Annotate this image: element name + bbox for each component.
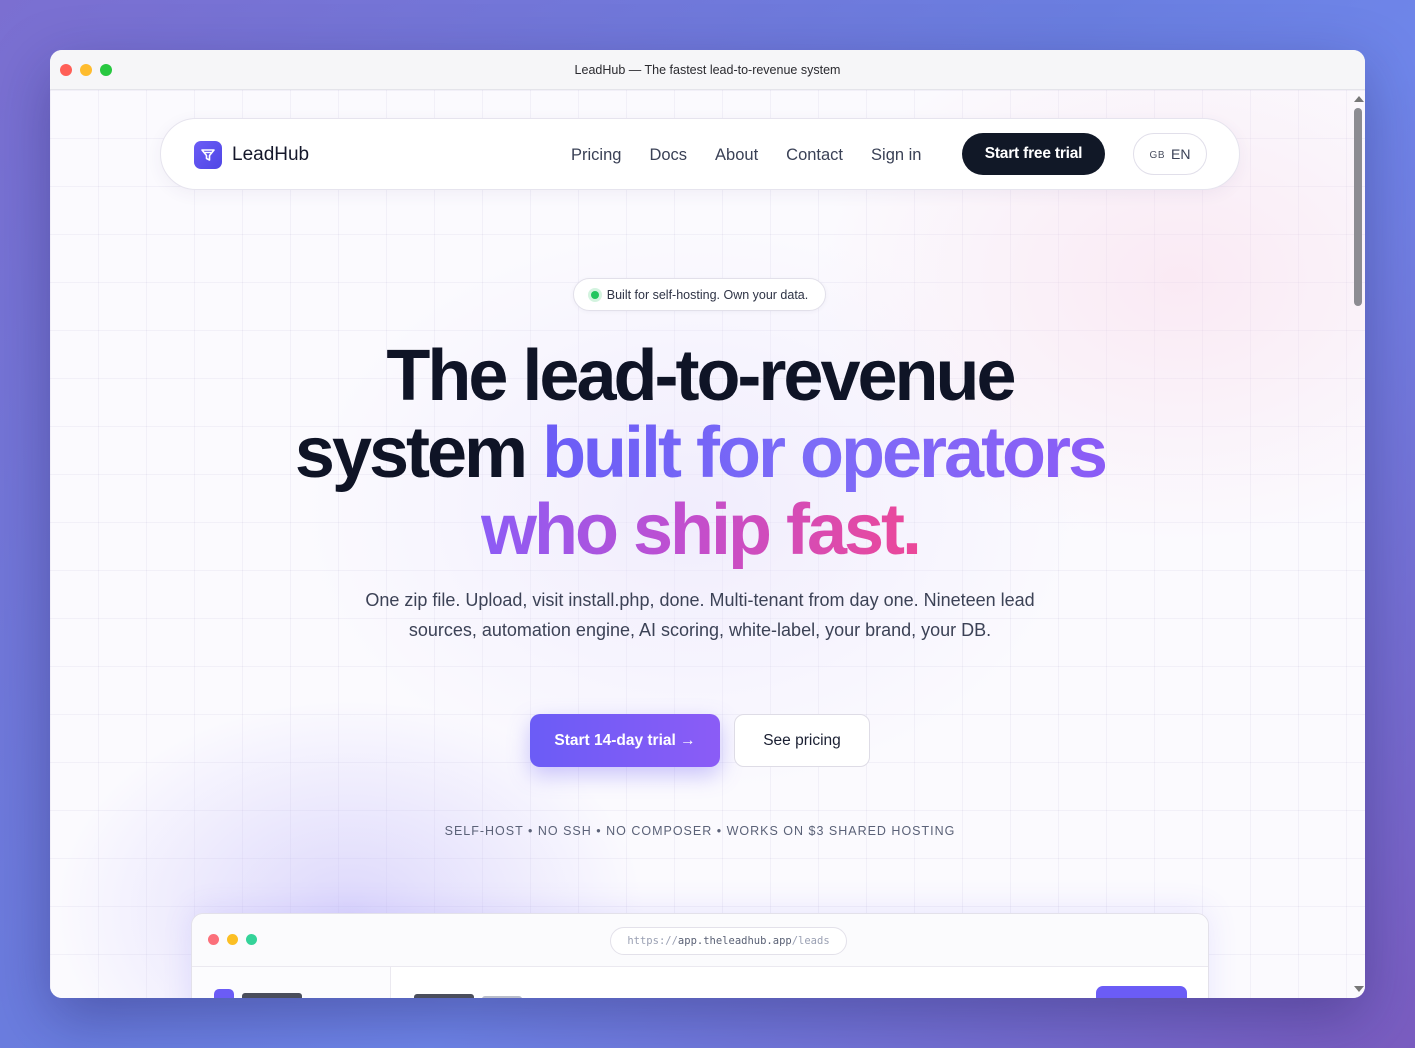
- preview-logo-icon: [214, 989, 234, 998]
- preview-sidebar: [192, 967, 391, 998]
- page-scrollbar[interactable]: [1351, 90, 1365, 998]
- language-switcher[interactable]: GB EN: [1133, 133, 1207, 175]
- language-code: EN: [1171, 146, 1191, 162]
- scroll-down-arrow-icon[interactable]: [1354, 986, 1364, 992]
- url-path: /leads: [791, 935, 830, 947]
- preview-brand-placeholder: [242, 993, 302, 998]
- scroll-up-arrow-icon[interactable]: [1354, 96, 1364, 102]
- hero-badge: Built for self-hosting. Own your data.: [573, 278, 826, 311]
- url-scheme: https://: [627, 935, 678, 947]
- nav-link-sign-in[interactable]: Sign in: [871, 146, 921, 165]
- hero-headline: The lead-to-revenue system built for ope…: [50, 338, 1350, 569]
- start-free-trial-button[interactable]: Start free trial: [962, 133, 1105, 175]
- headline-line-2-accent: built for operators: [542, 413, 1108, 493]
- preview-url-bar: https://app.theleadhub.app/leads: [610, 927, 847, 955]
- nav-link-docs[interactable]: Docs: [649, 146, 687, 165]
- preview-dot-red: [208, 934, 219, 945]
- flag-icon: GB: [1149, 149, 1165, 161]
- page-viewport: LeadHub Pricing Docs About Contact Sign …: [50, 90, 1365, 998]
- url-host: app.theleadhub.app: [677, 935, 792, 947]
- preview-title-bar: https://app.theleadhub.app/leads: [192, 914, 1208, 967]
- hero-subtitle: One zip file. Upload, visit install.php,…: [365, 590, 1035, 640]
- start-trial-button[interactable]: Start 14-day trial →: [530, 714, 720, 767]
- window-controls: [60, 64, 112, 76]
- nav-link-contact[interactable]: Contact: [786, 146, 843, 165]
- app-preview-window: https://app.theleadhub.app/leads: [191, 913, 1209, 998]
- window-title: LeadHub — The fastest lead-to-revenue sy…: [574, 62, 841, 77]
- headline-line-2-plain: system: [294, 413, 543, 493]
- hero-tagline: SELF-HOST • NO SSH • NO COMPOSER • WORKS…: [444, 824, 956, 838]
- preview-dot-yellow: [227, 934, 238, 945]
- headline-line-1: The lead-to-revenue: [386, 336, 1016, 416]
- zoom-window-button[interactable]: [100, 64, 112, 76]
- nav-link-pricing[interactable]: Pricing: [571, 146, 621, 165]
- preview-count-placeholder: [482, 996, 522, 998]
- preview-action-button: [1096, 986, 1187, 998]
- browser-window: LeadHub — The fastest lead-to-revenue sy…: [50, 50, 1365, 998]
- preview-dot-green: [246, 934, 257, 945]
- minimize-window-button[interactable]: [80, 64, 92, 76]
- close-window-button[interactable]: [60, 64, 72, 76]
- title-bar: LeadHub — The fastest lead-to-revenue sy…: [50, 50, 1365, 90]
- headline-line-3-accent: who ship fast.: [480, 490, 922, 570]
- nav-link-about[interactable]: About: [715, 146, 758, 165]
- preview-page-title-placeholder: [414, 994, 474, 998]
- scroll-thumb[interactable]: [1354, 108, 1362, 306]
- brand-logo[interactable]: LeadHub: [194, 141, 309, 169]
- brand-name: LeadHub: [232, 144, 310, 165]
- see-pricing-button[interactable]: See pricing: [734, 714, 870, 767]
- funnel-icon: [194, 141, 222, 169]
- nav-links: Pricing Docs About Contact Sign in: [571, 119, 921, 191]
- hero-badge-text: Built for self-hosting. Own your data.: [606, 287, 809, 302]
- preview-window-dots: [208, 934, 257, 945]
- status-dot-icon: [590, 290, 599, 299]
- top-navbar: LeadHub Pricing Docs About Contact Sign …: [160, 118, 1240, 190]
